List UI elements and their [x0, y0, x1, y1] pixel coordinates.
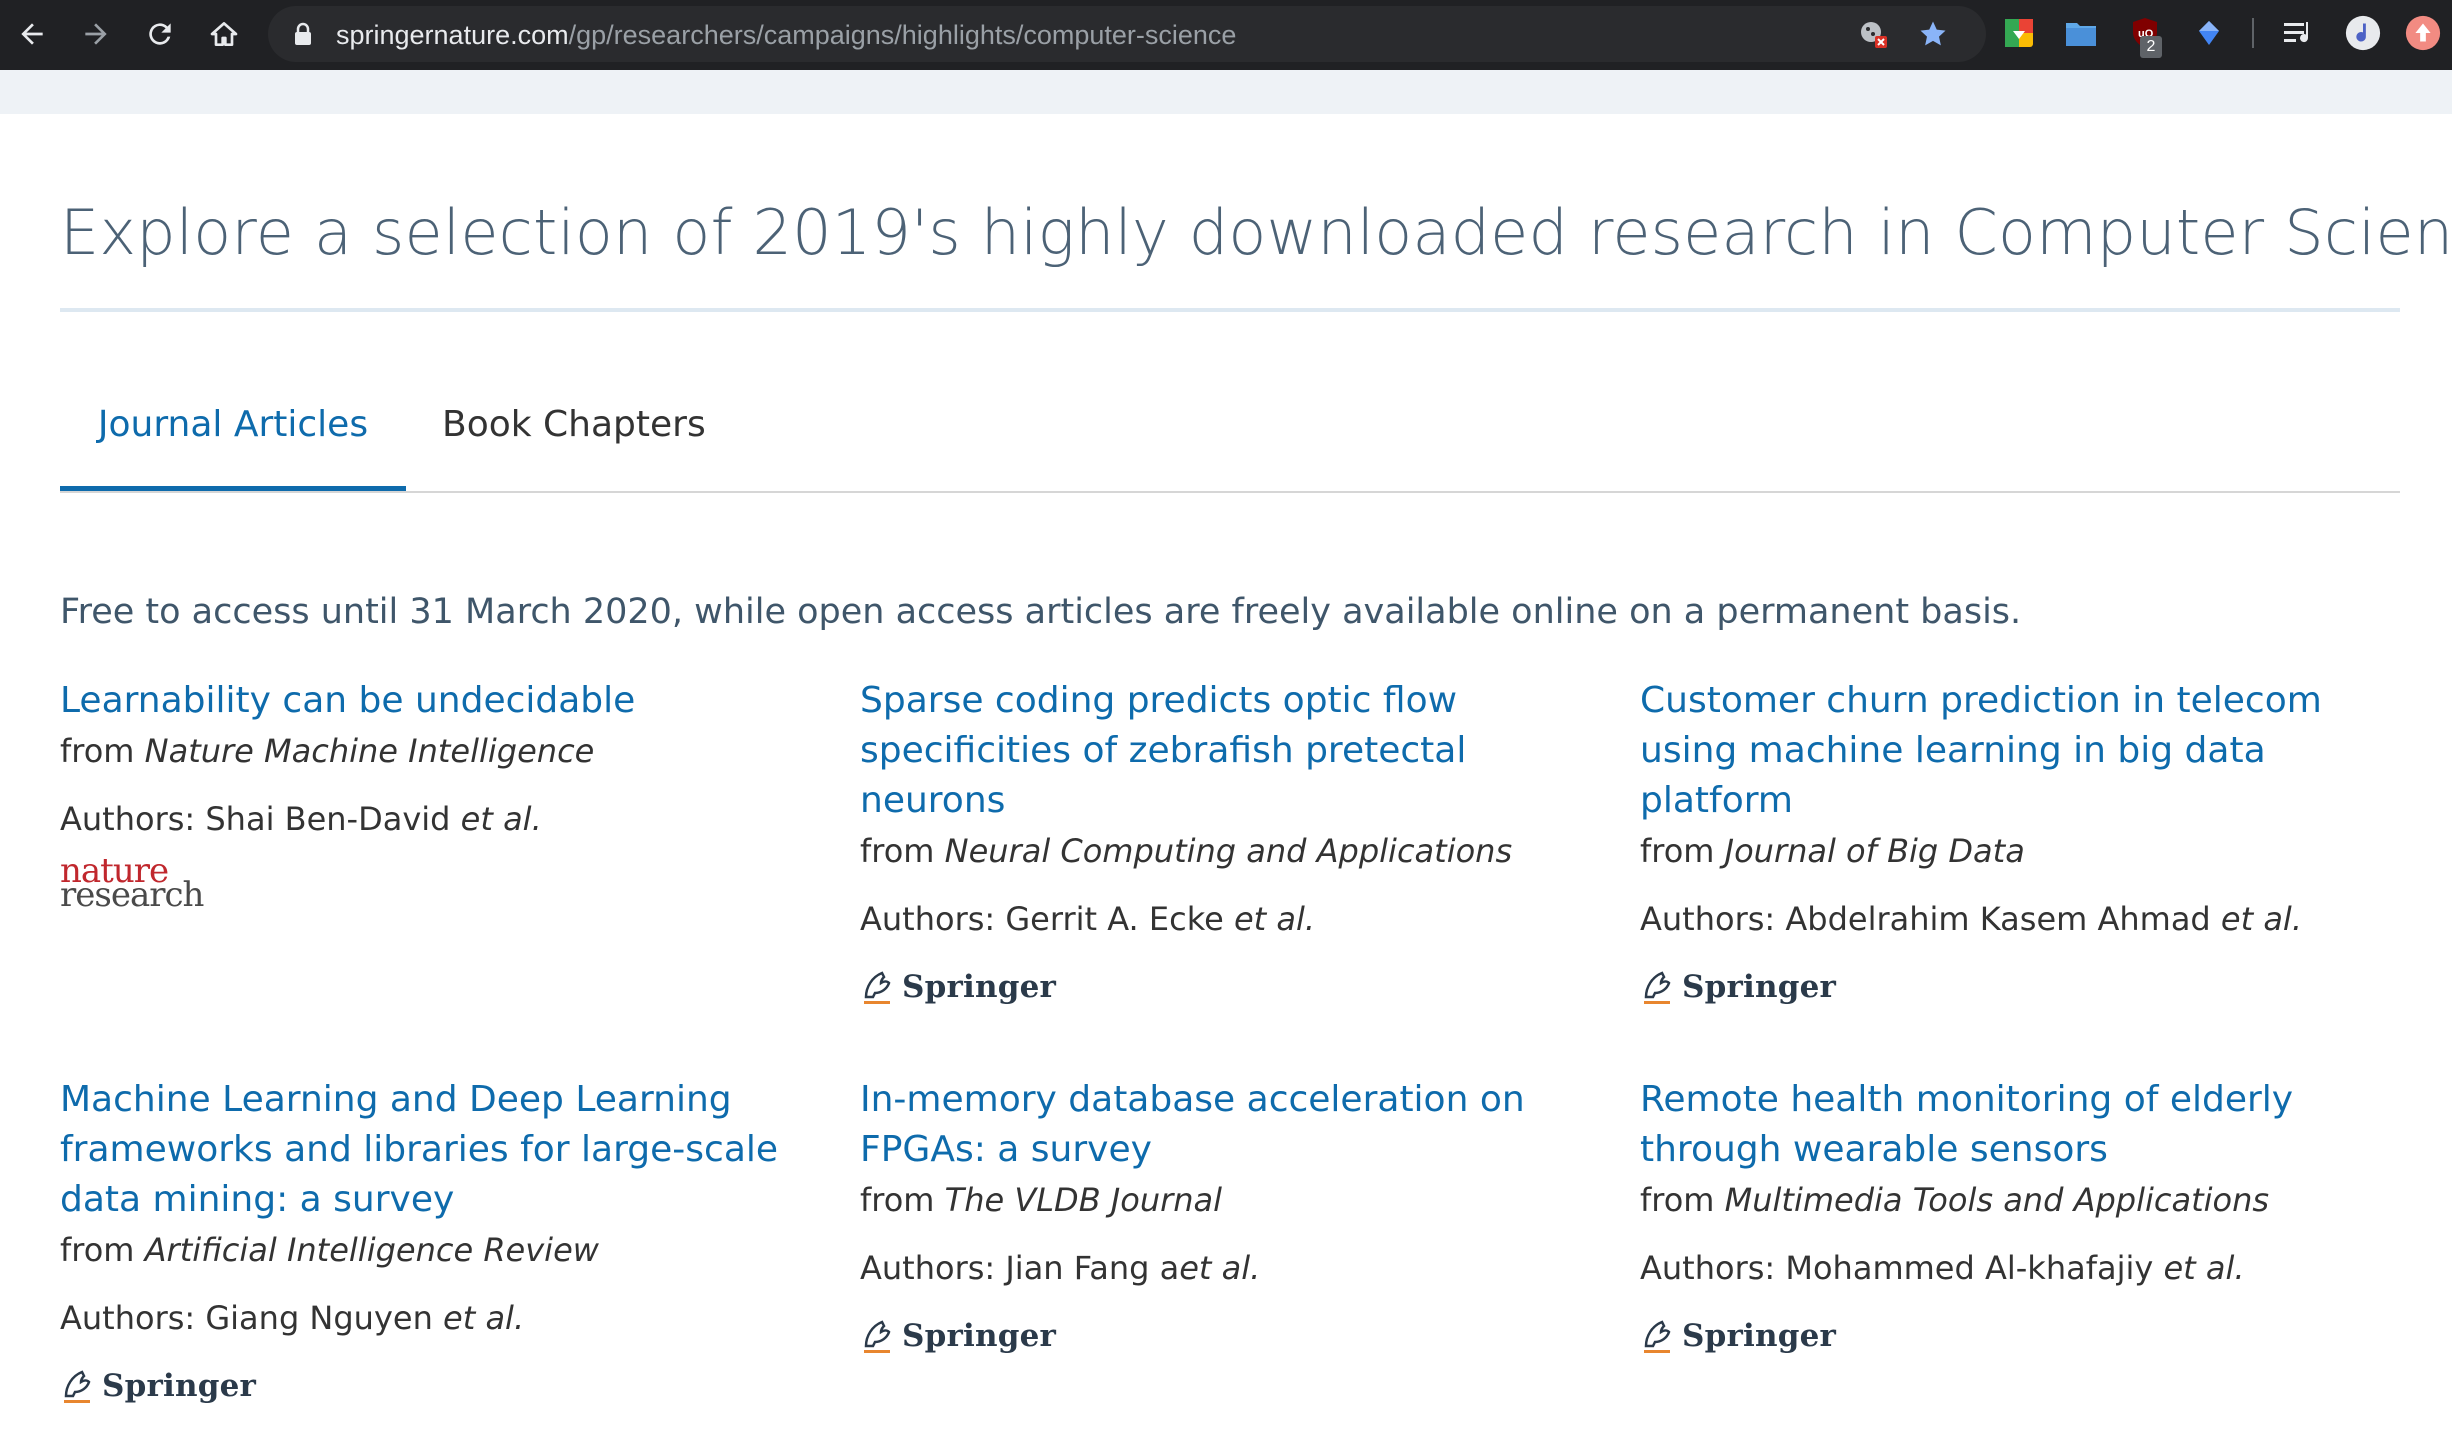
site-header-band — [0, 70, 2452, 114]
article-card: Learnability can be undecidable from Nat… — [60, 676, 800, 915]
article-source: from Nature Machine Intelligence — [60, 732, 595, 770]
browser-toolbar: springernature.com/gp/researchers/campai… — [0, 0, 2452, 70]
title-divider — [60, 308, 2400, 312]
article-authors: Authors: Mohammed Al-khafajiy et al. — [1640, 1249, 2245, 1287]
springer-logo: Springer — [1640, 967, 1836, 1007]
article-source: from Neural Computing and Applications — [860, 832, 1513, 870]
article-source: from Multimedia Tools and Applications — [1640, 1181, 2270, 1219]
content-tabs: Journal Articles Book Chapters — [60, 380, 2400, 492]
folder-extension-icon[interactable] — [2062, 14, 2100, 52]
article-authors: Authors: Jian Fang aet al. — [860, 1249, 1261, 1287]
article-source: from Journal of Big Data — [1640, 832, 2025, 870]
springer-horse-icon — [864, 1320, 891, 1353]
article-title-link[interactable]: Customer churn prediction in telecom usi… — [1640, 676, 2340, 826]
address-bar[interactable]: springernature.com/gp/researchers/campai… — [268, 6, 1986, 62]
springer-horse-icon — [64, 1370, 91, 1403]
journal-name: Multimedia Tools and Applications — [1724, 1181, 2270, 1219]
access-notice: Free to access until 31 March 2020, whil… — [60, 592, 2022, 632]
springer-logo: Springer — [60, 1366, 256, 1406]
article-authors: Authors: Abdelrahim Kasem Ahmad et al. — [1640, 900, 2302, 938]
reload-icon[interactable] — [136, 10, 184, 58]
springer-horse-icon — [1644, 971, 1671, 1004]
article-authors: Authors: Giang Nguyen et al. — [60, 1299, 525, 1337]
article-authors: Authors: Shai Ben-David et al. — [60, 800, 542, 838]
article-card: Remote health monitoring of elderly thro… — [1640, 1075, 2340, 1361]
article-title-link[interactable]: Sparse coding predicts optic flow specif… — [860, 676, 1620, 826]
url-text[interactable]: springernature.com/gp/researchers/campai… — [336, 20, 1236, 51]
publisher-logo: Springer — [860, 1311, 1620, 1361]
publisher-logo: Springer — [1640, 1311, 2340, 1361]
article-title-link[interactable]: In-memory database acceleration on FPGAs… — [860, 1075, 1620, 1175]
nature-research-logo: nature research — [60, 851, 204, 915]
journal-name: Nature Machine Intelligence — [144, 732, 595, 770]
cookie-blocked-icon[interactable] — [1858, 19, 1888, 49]
article-title-link[interactable]: Remote health monitoring of elderly thro… — [1640, 1075, 2340, 1175]
publisher-logo: Springer — [1640, 962, 2340, 1012]
springer-logo: Springer — [860, 967, 1056, 1007]
forward-icon[interactable] — [72, 10, 120, 58]
media-queue-icon[interactable] — [2280, 14, 2318, 52]
article-authors: Authors: Gerrit A. Ecke et al. — [860, 900, 1316, 938]
journal-name: Artificial Intelligence Review — [144, 1231, 599, 1269]
springer-horse-icon — [864, 971, 891, 1004]
article-source: from Artificial Intelligence Review — [60, 1231, 599, 1269]
article-title-link[interactable]: Learnability can be undecidable — [60, 676, 800, 726]
journal-name: Neural Computing and Applications — [944, 832, 1513, 870]
back-icon[interactable] — [8, 10, 56, 58]
tab-journal-articles[interactable]: Journal Articles — [60, 380, 406, 492]
google-drive-extension-icon[interactable] — [2000, 14, 2038, 52]
article-card: Sparse coding predicts optic flow specif… — [860, 676, 1620, 1012]
bookmark-star-icon[interactable] — [1918, 19, 1948, 49]
lock-icon[interactable] — [292, 22, 314, 46]
profile-avatar-icon[interactable] — [2404, 14, 2442, 52]
article-card: Machine Learning and Deep Learning frame… — [60, 1075, 800, 1411]
page-title: Explore a selection of 2019's highly dow… — [60, 196, 2452, 269]
publisher-logo: nature research — [60, 851, 800, 915]
bluesky-extension-icon[interactable] — [2190, 14, 2228, 52]
article-card: In-memory database acceleration on FPGAs… — [860, 1075, 1620, 1361]
journal-name: Journal of Big Data — [1724, 832, 2025, 870]
extension-badge: 2 — [2140, 36, 2162, 58]
tab-book-chapters[interactable]: Book Chapters — [442, 380, 706, 492]
springer-logo: Springer — [860, 1316, 1056, 1356]
article-title-link[interactable]: Machine Learning and Deep Learning frame… — [60, 1075, 800, 1225]
article-source: from The VLDB Journal — [860, 1181, 1223, 1219]
publisher-logo: Springer — [860, 962, 1620, 1012]
article-card: Customer churn prediction in telecom usi… — [1640, 676, 2340, 1012]
journal-name: The VLDB Journal — [944, 1181, 1223, 1219]
springer-horse-icon — [1644, 1320, 1671, 1353]
toolbar-separator — [2252, 18, 2254, 48]
home-icon[interactable] — [200, 10, 248, 58]
springer-logo: Springer — [1640, 1316, 1836, 1356]
music-extension-icon[interactable] — [2344, 14, 2382, 52]
tabs-divider — [60, 491, 2400, 493]
publisher-logo: Springer — [60, 1361, 800, 1411]
